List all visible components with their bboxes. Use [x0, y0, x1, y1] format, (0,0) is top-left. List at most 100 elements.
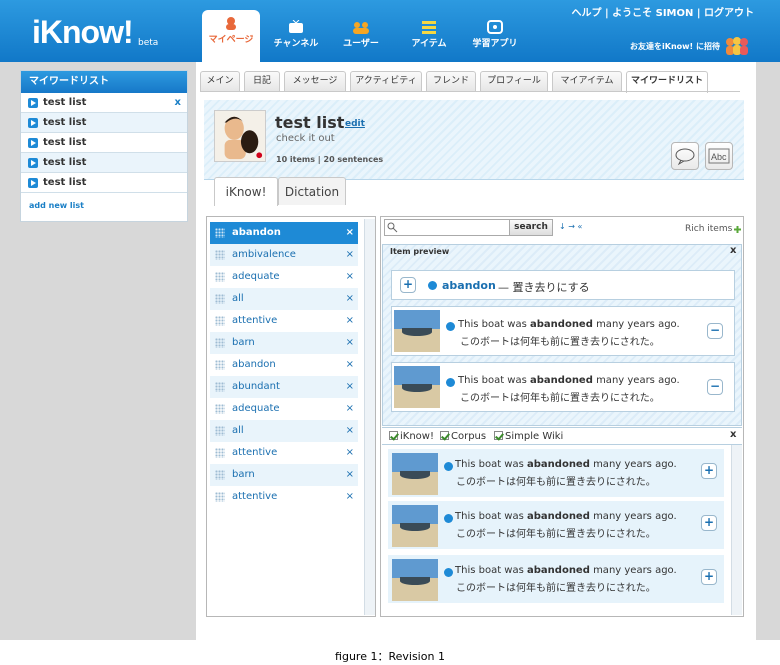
word-list-item[interactable]: attentive ×	[210, 442, 358, 464]
sidebar-item[interactable]: test list x	[21, 93, 187, 113]
word-list-item[interactable]: ambivalence ×	[210, 244, 358, 266]
speaker-icon[interactable]	[446, 322, 455, 331]
word-list-item[interactable]: all ×	[210, 288, 358, 310]
drag-handle-icon[interactable]	[215, 492, 225, 502]
word-list-item[interactable]: adequate ×	[210, 398, 358, 420]
sidebar-item[interactable]: test list	[21, 173, 187, 193]
remove-word-icon[interactable]: ×	[346, 332, 354, 354]
remove-word-icon[interactable]: ×	[346, 486, 354, 508]
drag-handle-icon[interactable]	[215, 272, 225, 282]
word-list-item[interactable]: attentive ×	[210, 486, 358, 508]
sort-toggle[interactable]: ↓ → «	[559, 222, 582, 231]
search-input[interactable]	[384, 219, 510, 236]
drag-handle-icon[interactable]	[215, 316, 225, 326]
nav-mypage[interactable]: マイページ	[202, 10, 260, 62]
sidebar-item[interactable]: test list	[21, 153, 187, 173]
plus-icon[interactable]	[734, 226, 741, 233]
tab-diary[interactable]: 日記	[244, 71, 280, 91]
add-sentence-button[interactable]: +	[701, 515, 717, 531]
remove-word-icon[interactable]: ×	[346, 398, 354, 420]
sidebar-item[interactable]: test list	[21, 113, 187, 133]
remove-word-icon[interactable]: ×	[346, 266, 354, 288]
filter-iknow[interactable]: iKnow!	[389, 431, 434, 442]
nav-channel[interactable]: チャンネル	[265, 14, 327, 62]
close-corpus-icon[interactable]: x	[730, 429, 736, 440]
word-list-item[interactable]: abundant ×	[210, 376, 358, 398]
tab-friends[interactable]: フレンド	[426, 71, 476, 91]
remove-word-icon[interactable]: ×	[346, 222, 354, 244]
logo[interactable]: iKnow!	[32, 14, 134, 51]
sentence-image	[394, 310, 440, 352]
friends-icon[interactable]	[724, 36, 750, 56]
add-new-list-link[interactable]: add new list	[21, 193, 187, 210]
rich-items-label[interactable]: Rich items	[685, 224, 732, 234]
remove-word-icon[interactable]: ×	[346, 244, 354, 266]
drag-handle-icon[interactable]	[215, 228, 225, 238]
add-sentence-button[interactable]: +	[701, 463, 717, 479]
tab-iknow[interactable]: iKnow!	[214, 177, 278, 206]
speaker-icon[interactable]	[428, 281, 437, 290]
remove-word-icon[interactable]: ×	[346, 420, 354, 442]
word-list-item[interactable]: adequate ×	[210, 266, 358, 288]
remove-word-icon[interactable]: ×	[346, 354, 354, 376]
sentence-ja: このボートは何年も前に置き去りにされた。	[456, 477, 656, 488]
remove-sentence-button[interactable]: −	[707, 323, 723, 339]
word-list-item[interactable]: barn ×	[210, 464, 358, 486]
nav-apps[interactable]: 学習アプリ	[464, 14, 526, 62]
drag-handle-icon[interactable]	[215, 250, 225, 260]
comment-button[interactable]	[671, 142, 699, 170]
close-icon[interactable]: x	[175, 93, 181, 113]
drag-handle-icon[interactable]	[215, 404, 225, 414]
remove-word-icon[interactable]: ×	[346, 288, 354, 310]
word-label: abundant	[232, 381, 280, 392]
tab-my-items[interactable]: マイアイテム	[552, 71, 622, 91]
drag-handle-icon[interactable]	[215, 338, 225, 348]
play-icon[interactable]	[28, 138, 38, 148]
word-list-scrollbar[interactable]	[364, 219, 375, 615]
word-list-item[interactable]: barn ×	[210, 332, 358, 354]
drag-handle-icon[interactable]	[215, 470, 225, 480]
drag-handle-icon[interactable]	[215, 360, 225, 370]
speaker-icon[interactable]	[444, 568, 453, 577]
play-icon[interactable]	[28, 178, 38, 188]
remove-word-icon[interactable]: ×	[346, 464, 354, 486]
word-list-item[interactable]: abandon ×	[210, 222, 358, 244]
drag-handle-icon[interactable]	[215, 426, 225, 436]
speaker-icon[interactable]	[446, 378, 455, 387]
add-sentence-button[interactable]: +	[701, 569, 717, 585]
play-icon[interactable]	[28, 158, 38, 168]
remove-word-icon[interactable]: ×	[346, 442, 354, 464]
drag-handle-icon[interactable]	[215, 448, 225, 458]
remove-word-icon[interactable]: ×	[346, 376, 354, 398]
filter-simple-wiki[interactable]: Simple Wiki	[494, 431, 563, 442]
add-item-button[interactable]: +	[400, 277, 416, 293]
invite-friends-link[interactable]: お友達をiKnow! に招待	[630, 41, 720, 52]
remove-sentence-button[interactable]: −	[707, 379, 723, 395]
word-list-item[interactable]: attentive ×	[210, 310, 358, 332]
remove-word-icon[interactable]: ×	[346, 310, 354, 332]
nav-items[interactable]: アイテム	[398, 14, 460, 62]
word-list-item[interactable]: abandon ×	[210, 354, 358, 376]
edit-link[interactable]: edit	[345, 119, 365, 129]
drag-handle-icon[interactable]	[215, 294, 225, 304]
nav-users[interactable]: ユーザー	[330, 14, 392, 62]
tab-dictation[interactable]: Dictation	[278, 177, 346, 205]
play-icon[interactable]	[28, 118, 38, 128]
speaker-icon[interactable]	[444, 514, 453, 523]
play-icon[interactable]	[28, 98, 38, 108]
word-list-item[interactable]: all ×	[210, 420, 358, 442]
tab-profile[interactable]: プロフィール	[480, 71, 548, 91]
speaker-icon[interactable]	[444, 462, 453, 471]
search-button[interactable]: search	[509, 219, 553, 236]
utility-links[interactable]: ヘルプ | ようこそ SIMON | ログアウト	[572, 4, 754, 19]
drag-handle-icon[interactable]	[215, 382, 225, 392]
spelling-button[interactable]: Abc	[705, 142, 733, 170]
filter-corpus[interactable]: Corpus	[440, 431, 486, 442]
tab-my-word-list[interactable]: マイワードリスト	[626, 71, 708, 93]
corpus-scrollbar[interactable]	[731, 445, 742, 615]
tab-activity[interactable]: アクティビティ	[350, 71, 422, 91]
tab-messages[interactable]: メッセージ	[284, 71, 346, 91]
close-preview-icon[interactable]: x	[730, 245, 736, 256]
sidebar-item[interactable]: test list	[21, 133, 187, 153]
tab-main[interactable]: メイン	[200, 71, 240, 91]
